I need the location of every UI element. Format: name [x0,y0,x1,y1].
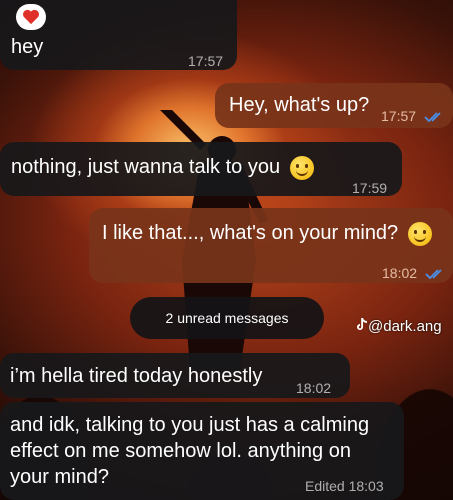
message-time: 17:59 [352,180,388,196]
message-text-body: I like that..., what's on your mind? [102,222,399,244]
message-text: I like that..., what's on your mind? [102,220,432,246]
tiktok-logo-icon [357,318,367,330]
message-time: 17:57 [381,108,417,124]
message-time: 18:02 [296,380,332,396]
tiktok-watermark: @dark.ang [356,318,442,335]
unread-messages-divider: 2 unread messages [130,297,324,339]
message-text-body: nothing, just wanna talk to you [11,156,281,178]
message-text: Hey, what's up? [229,94,370,116]
smiling-face-emoji-icon [289,155,314,180]
message-time: Edited 18:03 [305,478,384,494]
watermark-handle: @dark.ang [368,318,442,335]
read-checkmarks-icon [425,269,442,280]
message-text: hey [11,36,44,58]
message-meta: 17:57 [381,103,446,129]
message-text: nothing, just wanna talk to you [11,154,314,180]
message-meta: 18:02 [382,260,447,286]
message-bubble-outgoing[interactable]: Hey, what's up? 17:57 [215,83,453,128]
message-text: i’m hella tired today honestly [10,365,263,387]
smiling-face-emoji-icon [407,221,432,246]
message-bubble-incoming[interactable]: and idk, talking to you just has a calmi… [0,402,404,500]
message-bubble-incoming[interactable]: hey 17:57 [0,0,237,70]
read-checkmarks-icon [424,112,441,123]
message-bubble-incoming[interactable]: i’m hella tired today honestly 18:02 [0,353,350,398]
message-bubble-incoming[interactable]: nothing, just wanna talk to you 17:59 [0,142,402,196]
heart-reaction-icon [16,4,46,30]
message-time: 18:02 [382,265,418,281]
message-time: 17:57 [188,53,224,69]
message-bubble-outgoing[interactable]: I like that..., what's on your mind? 18:… [89,208,453,283]
